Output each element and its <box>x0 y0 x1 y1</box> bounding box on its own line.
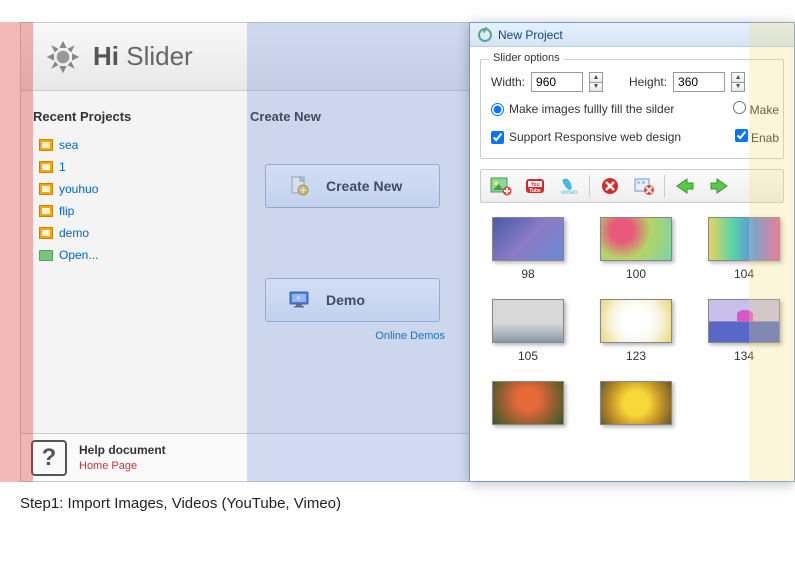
toolbar-separator-2 <box>664 175 665 197</box>
toolbar-separator <box>589 175 590 197</box>
image-toolbar: YouTube vimeo <box>480 169 784 203</box>
project-file-icon <box>39 183 53 195</box>
project-file-icon <box>39 161 53 173</box>
recent-item[interactable]: flip <box>33 200 224 222</box>
overlay-stripe-blue <box>247 22 469 482</box>
home-page-link[interactable]: Home Page <box>79 460 166 472</box>
responsive-label: Support Responsive web design <box>509 130 681 144</box>
height-label: Height: <box>629 75 667 89</box>
recent-item[interactable]: sea <box>33 134 224 156</box>
recent-item-label: youhuo <box>59 182 98 196</box>
thumbnail-label: 105 <box>518 349 538 363</box>
project-file-icon <box>39 139 53 151</box>
thumbnail-image <box>492 217 564 261</box>
recent-item-label: 1 <box>59 160 66 174</box>
slider-options-legend: Slider options <box>489 52 564 64</box>
thumbnail-image <box>600 381 672 425</box>
open-project-item[interactable]: Open... <box>33 244 224 266</box>
thumbnail-item[interactable]: 98 <box>488 217 568 281</box>
svg-text:Tube: Tube <box>529 188 541 194</box>
width-spinner[interactable]: ▲▼ <box>589 72 603 92</box>
step-caption: Step1: Import Images, Videos (YouTube, V… <box>20 495 341 512</box>
make-radio[interactable] <box>733 101 746 114</box>
thumbnail-item[interactable] <box>596 381 676 431</box>
help-document-label: Help document <box>79 443 166 457</box>
new-project-dialog: New Project Slider options Width: ▲▼ Hei… <box>469 22 795 482</box>
height-input[interactable] <box>673 72 725 92</box>
open-label: Open... <box>59 248 98 262</box>
delete-button[interactable] <box>596 173 624 199</box>
app-logo-icon <box>45 39 81 75</box>
dialog-titlebar: New Project <box>470 23 794 47</box>
help-icon[interactable]: ? <box>31 440 67 476</box>
recent-projects-panel: Recent Projects sea 1 youhuo flip demo Open..… <box>21 91 236 421</box>
thumbnails-area: 98100104105123134 <box>470 203 794 431</box>
height-spinner[interactable]: ▲▼ <box>731 72 745 92</box>
recent-item[interactable]: demo <box>33 222 224 244</box>
thumbnail-image <box>492 381 564 425</box>
add-youtube-button[interactable]: YouTube <box>521 173 549 199</box>
recent-item[interactable]: 1 <box>33 156 224 178</box>
recent-item-label: flip <box>59 204 74 218</box>
thumbnail-image <box>600 217 672 261</box>
dialog-title-text: New Project <box>498 28 563 42</box>
add-vimeo-button[interactable]: vimeo <box>555 173 583 199</box>
move-right-button[interactable] <box>705 173 733 199</box>
move-left-button[interactable] <box>671 173 699 199</box>
thumbnail-item[interactable]: 105 <box>488 299 568 363</box>
width-input[interactable] <box>531 72 583 92</box>
thumbnail-item[interactable] <box>488 381 568 431</box>
thumbnail-item[interactable]: 123 <box>596 299 676 363</box>
slider-options-group: Slider options Width: ▲▼ Height: ▲▼ Make… <box>480 59 784 159</box>
thumbnail-image <box>600 299 672 343</box>
project-file-icon <box>39 205 53 217</box>
fill-radio-label: Make images fullly fill the silder <box>509 102 674 116</box>
responsive-checkbox[interactable] <box>491 131 504 144</box>
recent-item-label: sea <box>59 138 78 152</box>
add-image-button[interactable] <box>487 173 515 199</box>
recent-projects-title: Recent Projects <box>33 109 224 124</box>
clear-all-button[interactable] <box>630 173 658 199</box>
thumbnail-label: 98 <box>521 267 534 281</box>
project-file-icon <box>39 227 53 239</box>
thumbnail-item[interactable]: 100 <box>596 217 676 281</box>
folder-open-icon <box>39 250 53 261</box>
width-label: Width: <box>491 75 525 89</box>
dialog-icon <box>478 28 492 42</box>
thumbnail-image <box>492 299 564 343</box>
thumbnail-label: 123 <box>626 349 646 363</box>
thumbnail-label: 100 <box>626 267 646 281</box>
app-title: Hi Slider <box>93 41 193 72</box>
recent-item[interactable]: youhuo <box>33 178 224 200</box>
overlay-stripe-red <box>0 22 33 482</box>
svg-text:vimeo: vimeo <box>561 190 578 196</box>
fill-radio[interactable] <box>491 103 504 116</box>
overlay-stripe-yellow <box>749 22 795 482</box>
recent-item-label: demo <box>59 226 89 240</box>
enable-checkbox[interactable] <box>735 129 748 142</box>
